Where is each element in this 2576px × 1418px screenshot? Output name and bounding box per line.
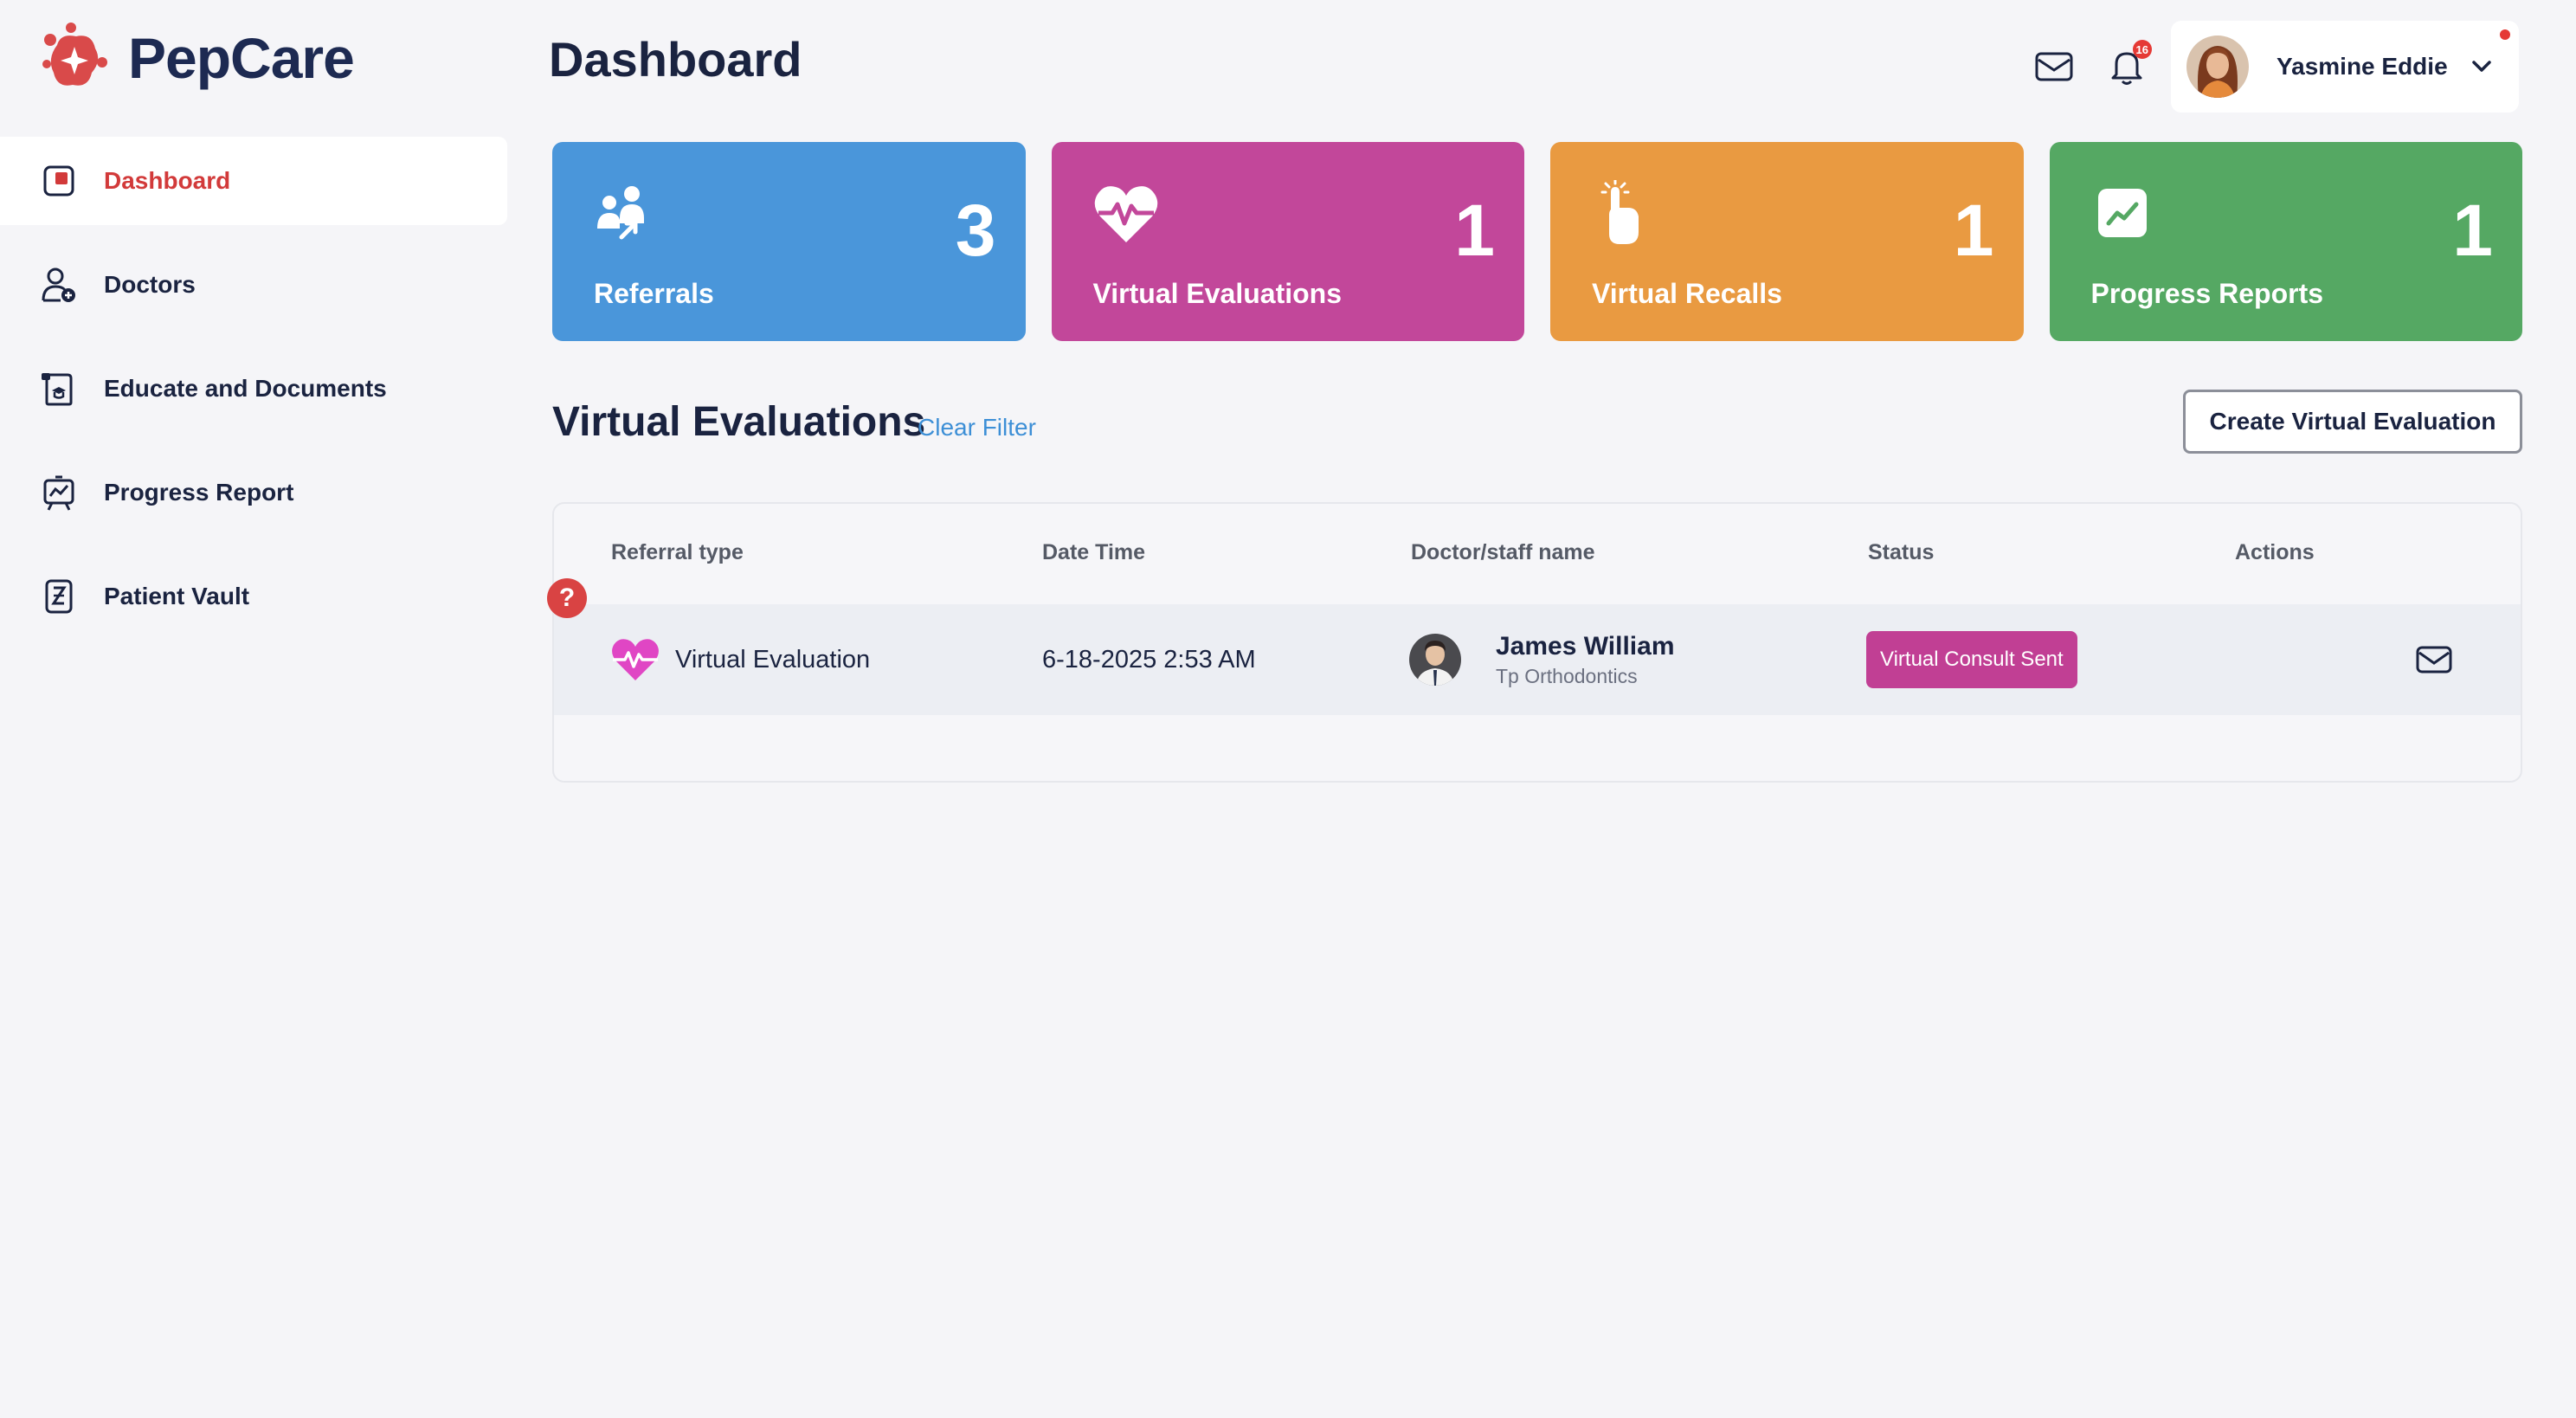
header-mail-button[interactable] <box>2032 45 2076 88</box>
sidebar-item-dashboard[interactable]: Dashboard <box>0 137 507 225</box>
column-header-actions: Actions <box>2235 540 2315 564</box>
card-label: Virtual Evaluations <box>1092 278 1343 309</box>
sidebar-item-patient-vault[interactable]: Patient Vault <box>0 552 507 641</box>
finger-reminder-icon <box>1600 180 1639 244</box>
heart-pulse-icon <box>1094 186 1157 242</box>
sidebar-item-doctors[interactable]: Doctors <box>0 241 507 329</box>
referral-type-text: Virtual Evaluation <box>675 645 871 674</box>
sidebar-item-label: Progress Report <box>104 479 294 506</box>
education-document-icon <box>40 370 78 408</box>
table-row[interactable]: Virtual Evaluation 6-18-2025 2:53 AM Jam… <box>554 604 2521 715</box>
column-header-date-time: Date Time <box>1042 540 1146 564</box>
mail-icon[interactable] <box>2415 644 2453 675</box>
sidebar: Dashboard Doctors Educate and Documents … <box>0 137 507 656</box>
progress-board-icon <box>40 474 78 512</box>
date-time-cell: 6-18-2025 2:53 AM <box>1042 604 1256 715</box>
help-icon[interactable]: ? <box>547 578 587 618</box>
date-time-text: 6-18-2025 2:53 AM <box>1042 645 1256 674</box>
card-progress-reports[interactable]: Progress Reports 1 <box>2049 142 2522 341</box>
referral-type-cell: Virtual Evaluation <box>609 604 870 715</box>
dashboard-icon <box>40 162 78 200</box>
pepcare-logo-icon <box>42 23 107 86</box>
card-referrals[interactable]: Referrals 3 <box>552 142 1026 341</box>
status-badge: Virtual Consult Sent <box>1866 631 2077 688</box>
app-name: PepCare <box>128 26 355 90</box>
column-header-status: Status <box>1868 540 1935 564</box>
sidebar-item-educate-documents[interactable]: Educate and Documents <box>0 345 507 433</box>
stat-cards: Referrals 3 Virtual Evaluations 1 Virtua… <box>552 142 2522 341</box>
clear-filter-link[interactable]: Clear Filter <box>918 414 1036 442</box>
card-label: Virtual Recalls <box>1592 278 1782 309</box>
doctor-add-icon <box>40 266 78 304</box>
card-count: 3 <box>955 190 996 271</box>
notification-count-badge: 16 <box>2132 40 2152 59</box>
status-dot <box>2500 29 2510 40</box>
card-count: 1 <box>1953 190 1994 271</box>
chevron-down-icon <box>2472 61 2491 72</box>
section-title: Virtual Evaluations <box>552 399 926 445</box>
mail-icon <box>2035 52 2073 81</box>
user-avatar <box>2186 35 2249 98</box>
card-count: 1 <box>1454 190 1495 271</box>
app-logo[interactable]: PepCare <box>38 19 355 97</box>
user-profile-menu[interactable]: Yasmine Eddie <box>2171 21 2519 113</box>
status-cell: Virtual Consult Sent <box>1866 604 2077 715</box>
referral-people-icon <box>597 186 644 240</box>
evaluations-table: Referral type Date Time Doctor/staff nam… <box>552 502 2522 783</box>
user-name: Yasmine Eddie <box>2277 53 2448 80</box>
trend-chart-icon <box>2097 189 2147 237</box>
sidebar-item-label: Dashboard <box>104 167 231 194</box>
heart-pulse-icon <box>612 639 659 680</box>
sidebar-item-label: Patient Vault <box>104 583 250 609</box>
sidebar-item-label: Educate and Documents <box>104 375 387 402</box>
actions-cell <box>2415 604 2453 715</box>
doctor-name: James William <box>1496 631 1675 661</box>
doctor-avatar <box>1409 634 1461 686</box>
column-header-doctor-name: Doctor/staff name <box>1411 540 1595 564</box>
card-label: Referrals <box>594 278 714 309</box>
header-notifications-button[interactable]: 16 <box>2105 40 2152 88</box>
doctor-organization: Tp Orthodontics <box>1496 664 1638 687</box>
card-label: Progress Reports <box>2090 278 2324 309</box>
sidebar-item-label: Doctors <box>104 271 196 298</box>
sidebar-item-progress-report[interactable]: Progress Report <box>0 448 507 537</box>
create-virtual-evaluation-button[interactable]: Create Virtual Evaluation <box>2183 390 2522 454</box>
doctor-cell: James William Tp Orthodontics <box>1409 604 1675 715</box>
page-title: Dashboard <box>549 32 802 87</box>
card-virtual-evaluations[interactable]: Virtual Evaluations 1 <box>1051 142 1524 341</box>
column-header-referral-type: Referral type <box>611 540 744 564</box>
card-count: 1 <box>2452 190 2493 271</box>
card-virtual-recalls[interactable]: Virtual Recalls 1 <box>1550 142 2024 341</box>
vault-icon <box>40 577 78 616</box>
